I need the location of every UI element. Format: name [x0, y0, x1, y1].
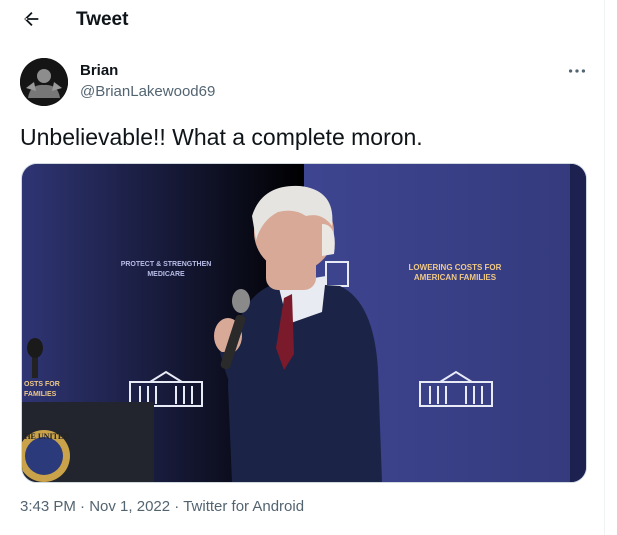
tweet-media-video[interactable]: PROTECT & STRENGTHEN MEDICARE LOWERING C… [21, 163, 587, 483]
video-frame: PROTECT & STRENGTHEN MEDICARE LOWERING C… [22, 164, 586, 482]
avatar-image [20, 58, 68, 106]
tweet-time[interactable]: 3:43 PM [20, 498, 76, 515]
author-name[interactable]: Brian [80, 62, 118, 79]
backdrop-text: OSTS FOR [24, 381, 60, 388]
more-horizontal-icon[interactable] [566, 60, 588, 82]
author-handle[interactable]: @BrianLakewood69 [80, 83, 215, 100]
arrow-left-icon[interactable] [20, 8, 42, 30]
tweet-column: Tweet Brian @BrianLakewood69 Unbelievabl… [0, 0, 605, 535]
page-header: Tweet [0, 0, 604, 40]
avatar[interactable] [20, 58, 68, 106]
tweet-source[interactable]: Twitter for Android [183, 498, 304, 515]
meta-separator: · [174, 498, 180, 515]
backdrop-text: FAMILIES [24, 391, 57, 398]
backdrop-text: MEDICARE [147, 271, 185, 278]
backdrop-text: LOWERING COSTS FOR [409, 263, 502, 272]
backdrop-text: PROTECT & STRENGTHEN [121, 261, 212, 268]
podium-microphone [27, 338, 43, 358]
meta-separator: · [80, 498, 86, 515]
seal-text: THE UNITED [22, 432, 69, 441]
tweet-date[interactable]: Nov 1, 2022 [89, 498, 170, 515]
page-title: Tweet [76, 9, 129, 30]
backdrop-text: AMERICAN FAMILIES [414, 273, 497, 282]
tweet-text: Unbelievable!! What a complete moron. [20, 124, 423, 150]
tweet-meta: 3:43 PM · Nov 1, 2022 · Twitter for Andr… [20, 498, 304, 515]
